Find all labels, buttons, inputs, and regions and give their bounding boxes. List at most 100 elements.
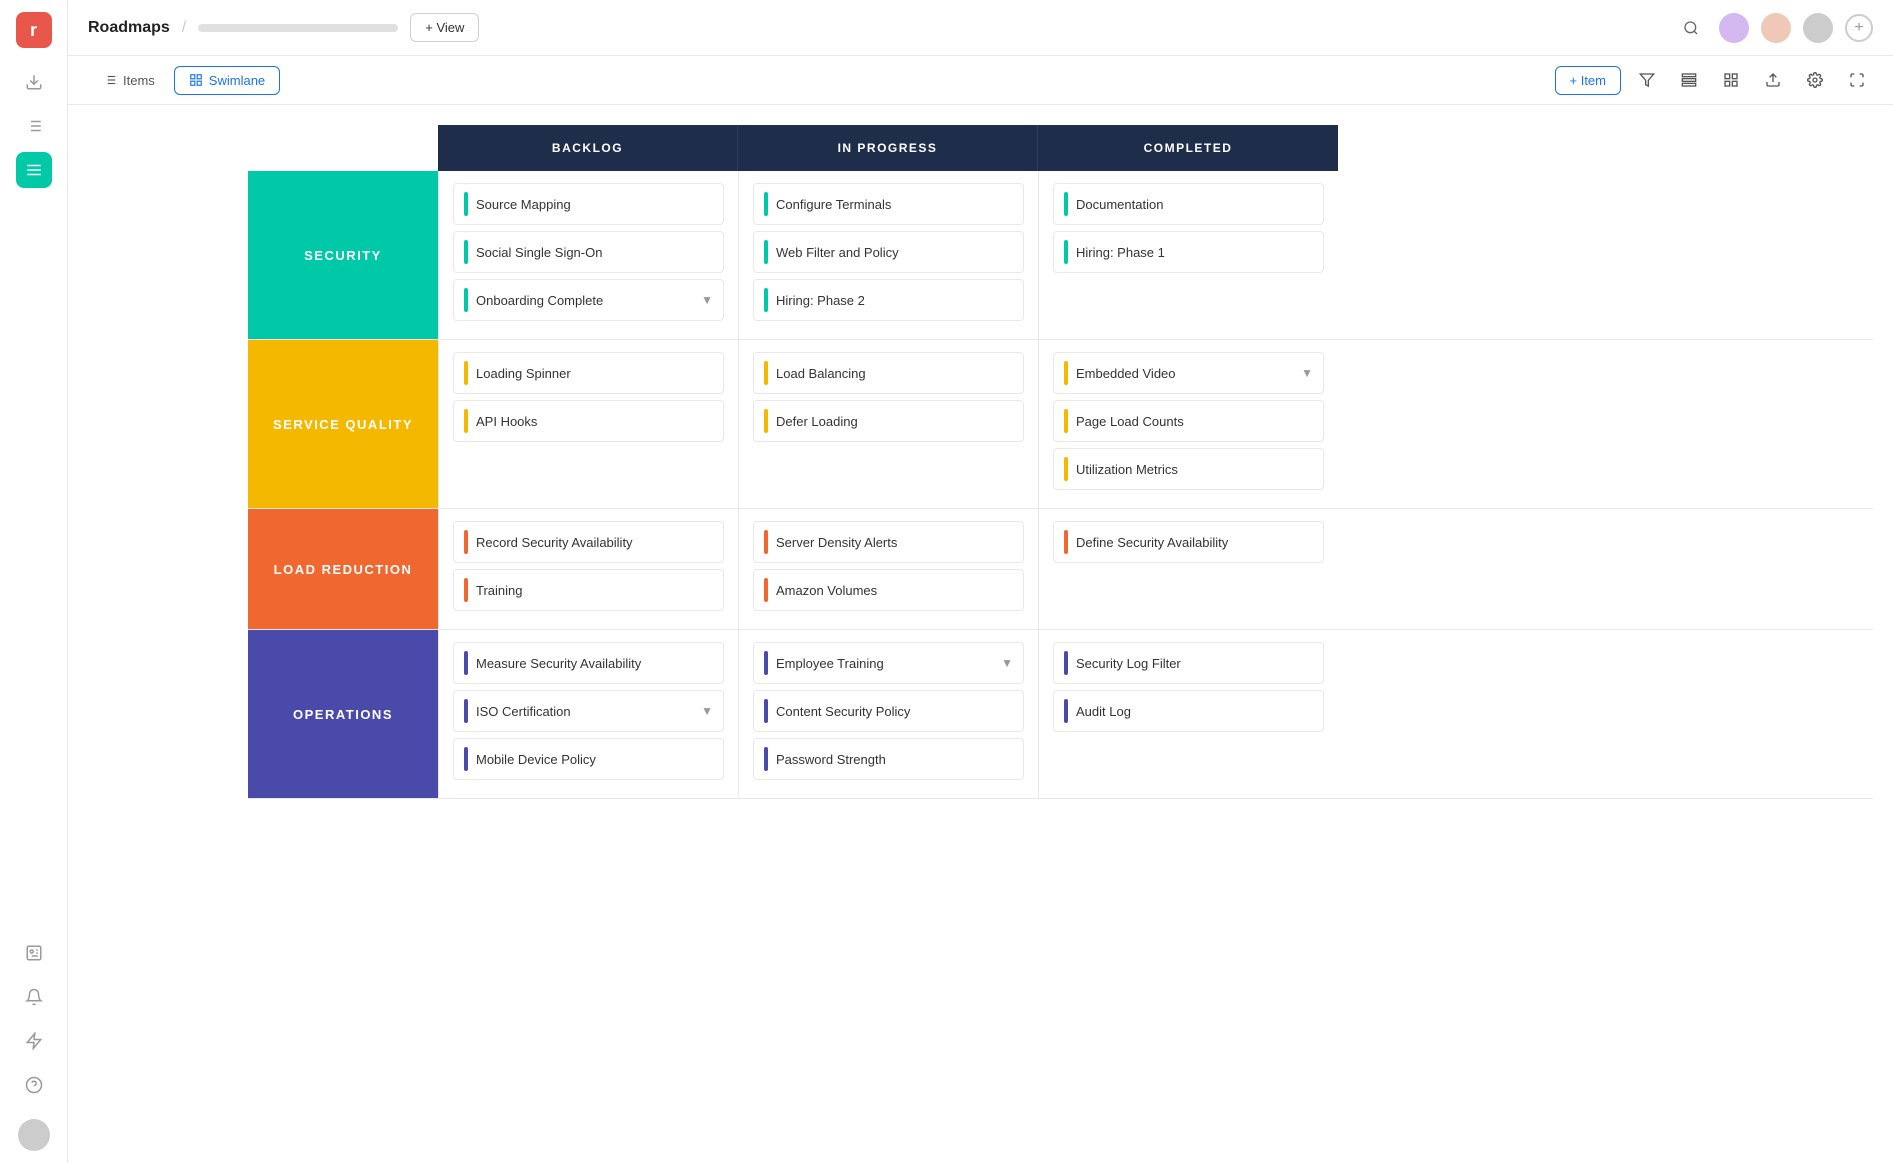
breadcrumb-separator: / xyxy=(182,19,186,37)
sidebar-icon-help[interactable] xyxy=(16,1067,52,1103)
topbar-actions: + xyxy=(1675,12,1873,44)
col-header-backlog: BACKLOG xyxy=(438,125,738,171)
export-icon[interactable] xyxy=(1757,64,1789,96)
lane-security-backlog: Source Mapping Social Single Sign-On Onb… xyxy=(438,171,738,339)
card-load-balancing[interactable]: Load Balancing xyxy=(753,352,1024,394)
card-bar xyxy=(464,361,468,385)
chevron-down-icon: ▼ xyxy=(1301,366,1313,380)
user-avatar-1[interactable] xyxy=(1719,13,1749,43)
card-utilization-metrics[interactable]: Utilization Metrics xyxy=(1053,448,1324,490)
main-content: Roadmaps / + View + Items Swimlane + Ite… xyxy=(68,0,1893,1163)
tab-swimlane[interactable]: Swimlane xyxy=(174,66,280,95)
col-header-in-progress: IN PROGRESS xyxy=(738,125,1038,171)
expand-icon[interactable] xyxy=(1841,64,1873,96)
lane-lr-inprogress: Server Density Alerts Amazon Volumes xyxy=(738,509,1038,629)
user-avatar[interactable] xyxy=(18,1119,50,1151)
card-bar xyxy=(764,578,768,602)
card-text: Audit Log xyxy=(1076,704,1313,719)
card-bar xyxy=(464,192,468,216)
card-bar xyxy=(464,530,468,554)
card-embedded-video[interactable]: Embedded Video ▼ xyxy=(1053,352,1324,394)
card-define-security[interactable]: Define Security Availability xyxy=(1053,521,1324,563)
card-configure-terminals[interactable]: Configure Terminals xyxy=(753,183,1024,225)
card-text: Defer Loading xyxy=(776,414,1013,429)
card-content-security-policy[interactable]: Content Security Policy xyxy=(753,690,1024,732)
card-bar xyxy=(1064,409,1068,433)
card-source-mapping[interactable]: Source Mapping xyxy=(453,183,724,225)
app-logo[interactable]: r xyxy=(16,12,52,48)
card-iso-cert[interactable]: ISO Certification ▼ xyxy=(453,690,724,732)
card-web-filter[interactable]: Web Filter and Policy xyxy=(753,231,1024,273)
card-text: Documentation xyxy=(1076,197,1313,212)
card-documentation[interactable]: Documentation xyxy=(1053,183,1324,225)
filter-icon[interactable] xyxy=(1631,64,1663,96)
chevron-down-icon: ▼ xyxy=(701,293,713,307)
topbar: Roadmaps / + View + xyxy=(68,0,1893,56)
card-text: Training xyxy=(476,583,713,598)
toolbar: Items Swimlane + Item xyxy=(68,56,1893,105)
card-defer-loading[interactable]: Defer Loading xyxy=(753,400,1024,442)
sidebar-icon-contact[interactable] xyxy=(16,935,52,971)
lane-sq-backlog: Loading Spinner API Hooks xyxy=(438,340,738,508)
add-item-button[interactable]: + Item xyxy=(1555,66,1622,95)
card-page-load-counts[interactable]: Page Load Counts xyxy=(1053,400,1324,442)
card-bar xyxy=(764,530,768,554)
lane-sq-completed: Embedded Video ▼ Page Load Counts Utiliz… xyxy=(1038,340,1338,508)
sidebar-icon-bell[interactable] xyxy=(16,979,52,1015)
card-onboarding[interactable]: Onboarding Complete ▼ xyxy=(453,279,724,321)
card-bar xyxy=(1064,240,1068,264)
settings-icon[interactable] xyxy=(1799,64,1831,96)
add-user-button[interactable]: + xyxy=(1845,14,1873,42)
sidebar-icon-lightning[interactable] xyxy=(16,1023,52,1059)
card-bar xyxy=(1064,192,1068,216)
lane-label-operations: OPERATIONS xyxy=(248,630,438,798)
lane-label-service-quality: SERVICE QUALITY xyxy=(248,340,438,508)
add-view-button[interactable]: + View xyxy=(410,13,479,42)
group-icon[interactable] xyxy=(1673,64,1705,96)
user-avatar-3[interactable] xyxy=(1803,13,1833,43)
card-bar xyxy=(764,361,768,385)
lane-lr-backlog: Record Security Availability Training xyxy=(438,509,738,629)
card-text: Onboarding Complete xyxy=(476,293,693,308)
card-hiring-phase2[interactable]: Hiring: Phase 2 xyxy=(753,279,1024,321)
card-social-sso[interactable]: Social Single Sign-On xyxy=(453,231,724,273)
user-avatar-2[interactable] xyxy=(1761,13,1791,43)
card-hiring-phase1[interactable]: Hiring: Phase 1 xyxy=(1053,231,1324,273)
card-text: Social Single Sign-On xyxy=(476,245,713,260)
card-password-strength[interactable]: Password Strength xyxy=(753,738,1024,780)
card-record-security[interactable]: Record Security Availability xyxy=(453,521,724,563)
card-amazon-volumes[interactable]: Amazon Volumes xyxy=(753,569,1024,611)
card-text: ISO Certification xyxy=(476,704,693,719)
card-audit-log[interactable]: Audit Log xyxy=(1053,690,1324,732)
search-button[interactable] xyxy=(1675,12,1707,44)
card-employee-training[interactable]: Employee Training ▼ xyxy=(753,642,1024,684)
card-text: Configure Terminals xyxy=(776,197,1013,212)
card-bar xyxy=(764,240,768,264)
breadcrumb-bar xyxy=(198,24,398,32)
sidebar-icon-download[interactable] xyxy=(16,64,52,100)
layout-icon[interactable] xyxy=(1715,64,1747,96)
card-loading-spinner[interactable]: Loading Spinner xyxy=(453,352,724,394)
card-bar xyxy=(464,240,468,264)
sidebar-icon-list[interactable] xyxy=(16,108,52,144)
sidebar-icon-roadmap[interactable] xyxy=(16,152,52,188)
lane-label-load-reduction: LOAD REDUCTION xyxy=(248,509,438,629)
card-mobile-device[interactable]: Mobile Device Policy xyxy=(453,738,724,780)
page-title: Roadmaps xyxy=(88,19,170,37)
card-bar xyxy=(764,699,768,723)
lane-sq-inprogress: Load Balancing Defer Loading xyxy=(738,340,1038,508)
card-training[interactable]: Training xyxy=(453,569,724,611)
card-measure-security[interactable]: Measure Security Availability xyxy=(453,642,724,684)
tab-items[interactable]: Items xyxy=(88,66,170,95)
card-bar xyxy=(1064,361,1068,385)
card-security-log-filter[interactable]: Security Log Filter xyxy=(1053,642,1324,684)
card-server-density[interactable]: Server Density Alerts xyxy=(753,521,1024,563)
card-text: API Hooks xyxy=(476,414,713,429)
card-text: Embedded Video xyxy=(1076,366,1293,381)
card-text: Employee Training xyxy=(776,656,993,671)
card-text: Loading Spinner xyxy=(476,366,713,381)
sidebar: r xyxy=(0,0,68,1163)
card-text: Page Load Counts xyxy=(1076,414,1313,429)
card-api-hooks[interactable]: API Hooks xyxy=(453,400,724,442)
lane-ops-completed: Security Log Filter Audit Log xyxy=(1038,630,1338,798)
